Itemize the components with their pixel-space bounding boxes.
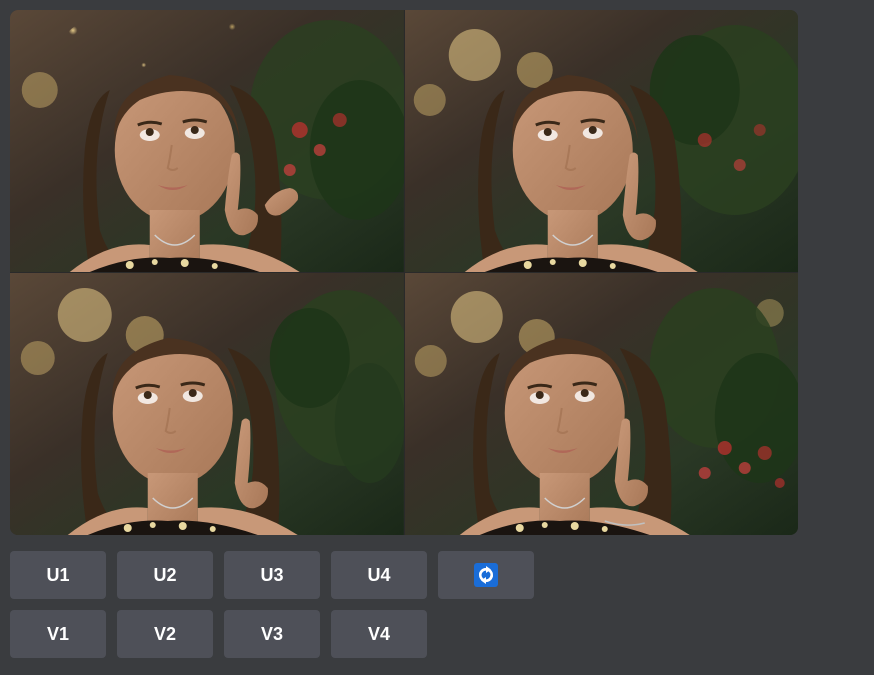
generation-result-container: U1 U2 U3 U4 V1 V2 V3 V4 (0, 0, 874, 668)
upscale-1-button[interactable]: U1 (10, 551, 106, 599)
variation-3-button[interactable]: V3 (224, 610, 320, 658)
upscale-4-button[interactable]: U4 (331, 551, 427, 599)
variation-button-row: V1 V2 V3 V4 (10, 610, 864, 658)
image-quadrant-2 (405, 10, 799, 272)
image-grid[interactable] (10, 10, 798, 535)
image-quadrant-1 (10, 10, 404, 272)
upscale-button-row: U1 U2 U3 U4 (10, 551, 864, 599)
image-quadrant-4 (405, 273, 799, 535)
variation-2-button[interactable]: V2 (117, 610, 213, 658)
upscale-3-button[interactable]: U3 (224, 551, 320, 599)
variation-1-button[interactable]: V1 (10, 610, 106, 658)
refresh-icon (474, 563, 498, 587)
variation-4-button[interactable]: V4 (331, 610, 427, 658)
upscale-2-button[interactable]: U2 (117, 551, 213, 599)
image-quadrant-3 (10, 273, 404, 535)
reroll-button[interactable] (438, 551, 534, 599)
